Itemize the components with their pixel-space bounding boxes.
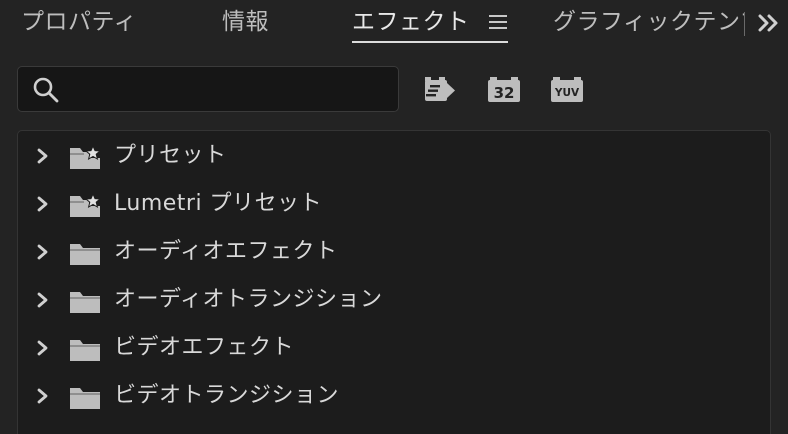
- yuv-label: YUV: [554, 87, 580, 99]
- tab-properties[interactable]: プロパティ: [21, 6, 137, 38]
- tree-item-label: ビデオエフェクト: [114, 335, 295, 360]
- folder-icon: [70, 292, 100, 313]
- chevron-right-icon[interactable]: [36, 196, 50, 212]
- preset-folder-icon: [70, 146, 101, 169]
- chevron-right-icon[interactable]: [36, 388, 50, 404]
- folder-icon: [70, 340, 100, 361]
- tree-item-label: オーディオトランジション: [114, 287, 383, 312]
- tab-essential-graphics[interactable]: グラフィックテンプレート: [553, 6, 745, 38]
- tab-overflow-icon[interactable]: [756, 10, 782, 36]
- chevron-right-icon[interactable]: [36, 340, 50, 356]
- tab-effects[interactable]: エフェクト: [352, 6, 470, 38]
- panel-tab-bar: プロパティ 情報 エフェクト グラフィックテンプレート: [0, 0, 788, 46]
- tree-item[interactable]: ビデオエフェクト: [18, 326, 770, 370]
- tree-item[interactable]: オーディオトランジション: [18, 278, 770, 322]
- accelerated-effects-icon[interactable]: [423, 74, 457, 104]
- search-input[interactable]: [74, 75, 384, 105]
- effects-search-box[interactable]: [17, 66, 399, 112]
- tab-divider: [744, 12, 745, 36]
- tree-item-label: Lumetri プリセット: [114, 191, 323, 216]
- chevron-right-icon[interactable]: [36, 292, 50, 308]
- active-tab-underline: [352, 41, 508, 43]
- folder-icon: [70, 244, 100, 265]
- tree-item-label: ビデオトランジション: [114, 383, 340, 408]
- tab-info[interactable]: 情報: [222, 6, 269, 38]
- panel-menu-icon[interactable]: [489, 14, 507, 30]
- 32-bit-label: 32: [494, 84, 515, 102]
- preset-folder-icon: [70, 194, 101, 217]
- tree-item-label: オーディオエフェクト: [114, 239, 338, 264]
- tree-item[interactable]: プリセット: [18, 134, 770, 178]
- chevron-right-icon[interactable]: [36, 148, 50, 164]
- tree-item-label: プリセット: [114, 143, 227, 168]
- effects-tree: プリセット Lumetri プリセット オーディオエフェクトオーディオトランジション…: [17, 130, 771, 434]
- tree-item[interactable]: オーディオエフェクト: [18, 230, 770, 274]
- yuv-icon[interactable]: YUV: [550, 74, 584, 104]
- search-icon: [33, 77, 59, 103]
- tab-essential-graphics-clip: グラフィックテンプレート: [553, 6, 745, 38]
- tree-item[interactable]: Lumetri プリセット: [18, 182, 770, 226]
- tree-item[interactable]: ビデオトランジション: [18, 374, 770, 418]
- 32-bit-icon[interactable]: 32: [487, 74, 521, 104]
- folder-icon: [70, 388, 100, 409]
- chevron-right-icon[interactable]: [36, 244, 50, 260]
